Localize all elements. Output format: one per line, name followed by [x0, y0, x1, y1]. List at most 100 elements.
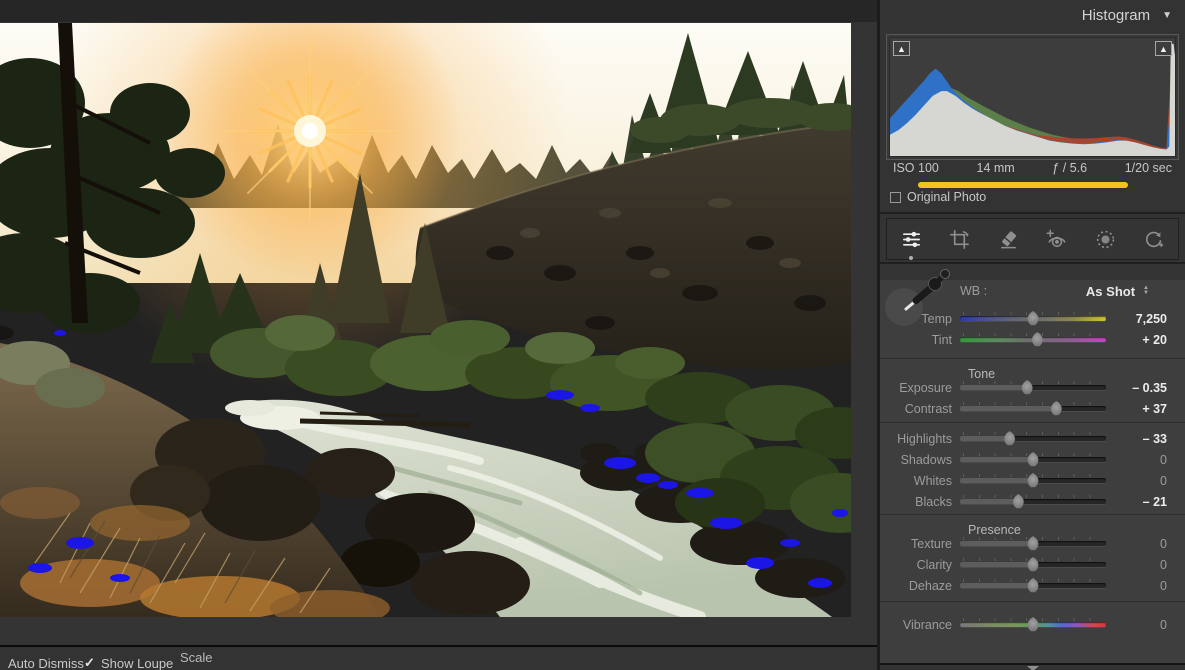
- slider-label: Exposure: [880, 381, 952, 395]
- slider-track[interactable]: [960, 337, 1106, 342]
- section-tone2: Highlights – 33 Shadows 0 Whites 0 Blacks – 21: [880, 422, 1185, 514]
- auto-dismiss-label[interactable]: Auto Dismiss: [8, 656, 84, 670]
- lightroom-develop-window: Auto Dismiss ✓ Show Loupe Scale Histogra…: [0, 0, 1185, 670]
- slider-label: Texture: [880, 537, 952, 551]
- exif-focal-length: 14 mm: [977, 161, 1015, 175]
- develop-right-panel: Histogram ▼ ▲ ▲ ISO 100 14 mm ƒ / 5.6 1/…: [877, 0, 1185, 670]
- original-photo-checkbox[interactable]: [890, 192, 901, 203]
- slider-value: 0: [1106, 453, 1185, 467]
- healing-eraser-icon[interactable]: [993, 224, 1023, 254]
- section-tone: ToneExposure– 0.35Contrast+ 37: [880, 358, 1185, 422]
- exif-aperture: ƒ / 5.6: [1052, 161, 1087, 175]
- top-strip: [0, 0, 877, 22]
- original-photo-row[interactable]: Original Photo: [890, 190, 986, 204]
- collapse-panel-icon[interactable]: ▼: [1162, 10, 1172, 21]
- edit-sliders-icon[interactable]: [896, 224, 926, 254]
- slider-row-shadows: Shadows 0: [880, 449, 1185, 470]
- show-loupe-checkbox[interactable]: ✓: [84, 655, 95, 670]
- slider-value: 0: [1106, 474, 1185, 488]
- slider-track[interactable]: [960, 436, 1106, 441]
- slider-track[interactable]: [960, 583, 1106, 588]
- slider-track[interactable]: [960, 385, 1106, 390]
- slider-value: 7,250: [1106, 312, 1185, 326]
- histogram-title: Histogram: [1082, 7, 1150, 24]
- red-eye-icon[interactable]: [1042, 224, 1072, 254]
- histogram-svg: [890, 38, 1175, 156]
- photo-canvas[interactable]: [0, 23, 851, 617]
- slider-track[interactable]: [960, 316, 1106, 321]
- sync-icon[interactable]: [1139, 224, 1169, 254]
- slider-track[interactable]: [960, 457, 1106, 462]
- panel-footer: Previous Reset: [880, 665, 1185, 670]
- scroll-down-icon[interactable]: [1027, 666, 1039, 670]
- wb-dropdown-arrows[interactable]: ▲ ▼: [1143, 286, 1149, 296]
- show-loupe-label[interactable]: Show Loupe: [101, 656, 173, 670]
- tool-strip: [886, 218, 1179, 260]
- slider-row-temp: Temp 7,250: [880, 308, 1185, 329]
- slider-value: – 21: [1106, 495, 1185, 509]
- basic-sections: Temp7,250Tint+ 20ToneExposure– 0.35Contr…: [880, 302, 1185, 639]
- accent-bar: [918, 182, 1128, 188]
- chevron-down-icon: ▼: [1143, 291, 1149, 296]
- section-header-presence: Presence: [880, 515, 1185, 533]
- slider-row-vibrance: Vibrance0: [880, 614, 1185, 635]
- exif-info-row: ISO 100 14 mm ƒ / 5.6 1/20 sec: [880, 161, 1185, 175]
- wb-selector-toolbar: Auto Dismiss ✓ Show Loupe Scale: [0, 645, 877, 670]
- slider-row-texture: Texture 0: [880, 533, 1185, 554]
- slider-value: 0: [1106, 618, 1185, 632]
- slider-value: + 20: [1106, 333, 1185, 347]
- slider-row-contrast: Contrast+ 37: [880, 398, 1185, 419]
- slider-track[interactable]: [960, 499, 1106, 504]
- slider-label: Temp: [880, 312, 952, 326]
- shadow-clipping-indicator[interactable]: ▲: [893, 41, 910, 56]
- slider-fill: [960, 583, 1033, 588]
- slider-row-tint: Tint+ 20: [880, 329, 1185, 350]
- slider-track[interactable]: [960, 478, 1106, 483]
- slider-ticks: [963, 402, 1105, 405]
- slider-label: Shadows: [880, 453, 952, 467]
- slider-track[interactable]: [960, 622, 1106, 627]
- slider-track[interactable]: [960, 562, 1106, 567]
- slider-row-whites: Whites 0: [880, 470, 1185, 491]
- slider-row-exposure: Exposure – 0.35: [880, 377, 1185, 398]
- canvas-area: Auto Dismiss ✓ Show Loupe Scale: [0, 0, 877, 670]
- photo: [0, 23, 851, 617]
- slider-value: 0: [1106, 537, 1185, 551]
- section-wb-sliders: Temp 7,250 Tint+ 20: [880, 302, 1185, 358]
- slider-value: + 37: [1106, 402, 1185, 416]
- exif-shutter: 1/20 sec: [1125, 161, 1172, 175]
- slider-track[interactable]: [960, 541, 1106, 546]
- slider-value: – 33: [1106, 432, 1185, 446]
- crop-icon[interactable]: [945, 224, 975, 254]
- slider-label: Blacks: [880, 495, 952, 509]
- slider-fill: [960, 436, 1010, 441]
- slider-label: Dehaze: [880, 579, 952, 593]
- slider-label: Clarity: [880, 558, 952, 572]
- slider-fill: [960, 406, 1056, 411]
- masking-icon[interactable]: [1090, 224, 1120, 254]
- slider-fill: [960, 457, 1033, 462]
- slider-value: 0: [1106, 558, 1185, 572]
- histogram-box: ▲ ▲: [886, 34, 1179, 160]
- slider-fill: [960, 499, 1018, 504]
- slider-row-highlights: Highlights – 33: [880, 428, 1185, 449]
- histogram-plot[interactable]: ▲ ▲: [889, 37, 1176, 157]
- slider-label: Whites: [880, 474, 952, 488]
- wb-preset-dropdown[interactable]: As Shot: [1086, 284, 1135, 299]
- exif-iso: ISO 100: [893, 161, 939, 175]
- histogram-header[interactable]: Histogram ▼: [880, 0, 1185, 30]
- slider-fill: [960, 385, 1027, 390]
- slider-row-clarity: Clarity 0: [880, 554, 1185, 575]
- highlight-clipping-indicator[interactable]: ▲: [1155, 41, 1172, 56]
- basic-panel: WB : As Shot ▲ ▼ Temp7,250Tint+ 20ToneEx…: [880, 280, 1185, 665]
- slider-fill: [960, 541, 1033, 546]
- slider-value: – 0.35: [1106, 381, 1185, 395]
- slider-fill: [960, 478, 1033, 483]
- wb-label: WB :: [960, 284, 987, 298]
- slider-value: 0: [1106, 579, 1185, 593]
- slider-ticks: [963, 495, 1105, 498]
- slider-track[interactable]: [960, 406, 1106, 411]
- slider-ticks: [963, 381, 1105, 384]
- slider-label: Highlights: [880, 432, 952, 446]
- slider-ticks: [963, 432, 1105, 435]
